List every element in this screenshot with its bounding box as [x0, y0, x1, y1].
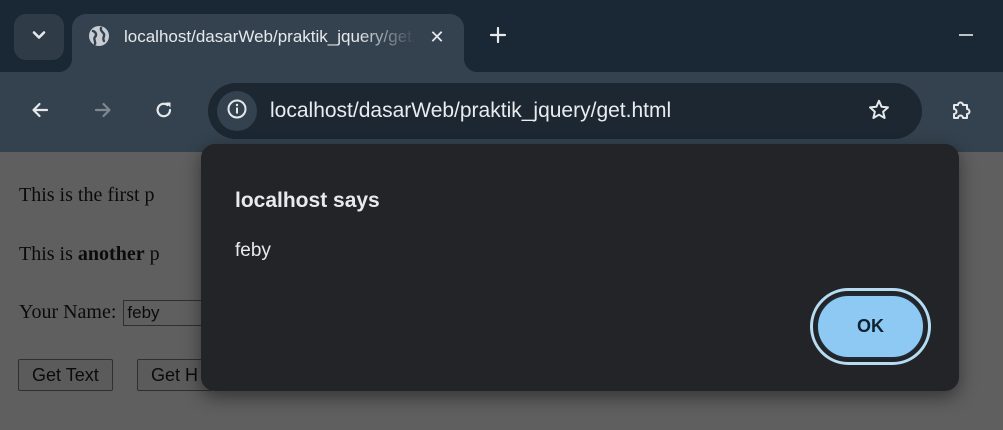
- alert-dialog: localhost says feby OK: [201, 144, 959, 391]
- first-paragraph: This is the first p: [19, 184, 155, 206]
- browser-toolbar: localhost/dasarWeb/praktik_jquery/get.ht…: [0, 72, 1003, 152]
- plus-icon: [488, 25, 508, 50]
- address-bar[interactable]: localhost/dasarWeb/praktik_jquery/get.ht…: [208, 83, 922, 139]
- reload-icon: [153, 99, 175, 126]
- reload-button[interactable]: [146, 94, 182, 130]
- url-text[interactable]: localhost/dasarWeb/praktik_jquery/get.ht…: [270, 98, 671, 124]
- back-button[interactable]: [22, 94, 58, 130]
- globe-icon: [88, 25, 110, 47]
- minimize-icon: [956, 25, 976, 50]
- tab-search-button[interactable]: [14, 14, 64, 60]
- chevron-down-icon: [31, 27, 47, 48]
- ok-button-label: OK: [816, 294, 925, 359]
- tab-close-button[interactable]: ✕: [424, 24, 450, 50]
- new-tab-button[interactable]: [482, 21, 514, 53]
- puzzle-icon: [950, 98, 974, 127]
- tab-strip: localhost/dasarWeb/praktik_jquery/get.ht…: [0, 0, 1003, 72]
- arrow-right-icon: [92, 99, 114, 126]
- info-icon: [226, 98, 248, 125]
- forward-button[interactable]: [85, 94, 121, 130]
- name-label: Your Name:: [19, 301, 122, 323]
- extensions-button[interactable]: [944, 94, 980, 130]
- second-paragraph: This is another p: [19, 242, 160, 266]
- dialog-message: feby: [235, 240, 271, 261]
- tab-title: localhost/dasarWeb/praktik_jquery/get.ht…: [124, 27, 416, 46]
- second-paragraph-bold: another: [77, 243, 145, 265]
- get-text-button[interactable]: Get Text: [18, 359, 113, 391]
- ok-button[interactable]: OK: [810, 288, 931, 365]
- minimize-button[interactable]: [950, 21, 982, 53]
- dialog-title: localhost says: [235, 189, 380, 212]
- site-info-button[interactable]: [217, 91, 257, 131]
- second-paragraph-prefix: This is: [19, 243, 78, 265]
- arrow-left-icon: [29, 99, 51, 126]
- bookmark-button[interactable]: [864, 97, 894, 127]
- second-paragraph-suffix: p: [144, 243, 160, 265]
- browser-tab[interactable]: localhost/dasarWeb/praktik_jquery/get.ht…: [58, 14, 478, 72]
- star-icon: [867, 98, 891, 127]
